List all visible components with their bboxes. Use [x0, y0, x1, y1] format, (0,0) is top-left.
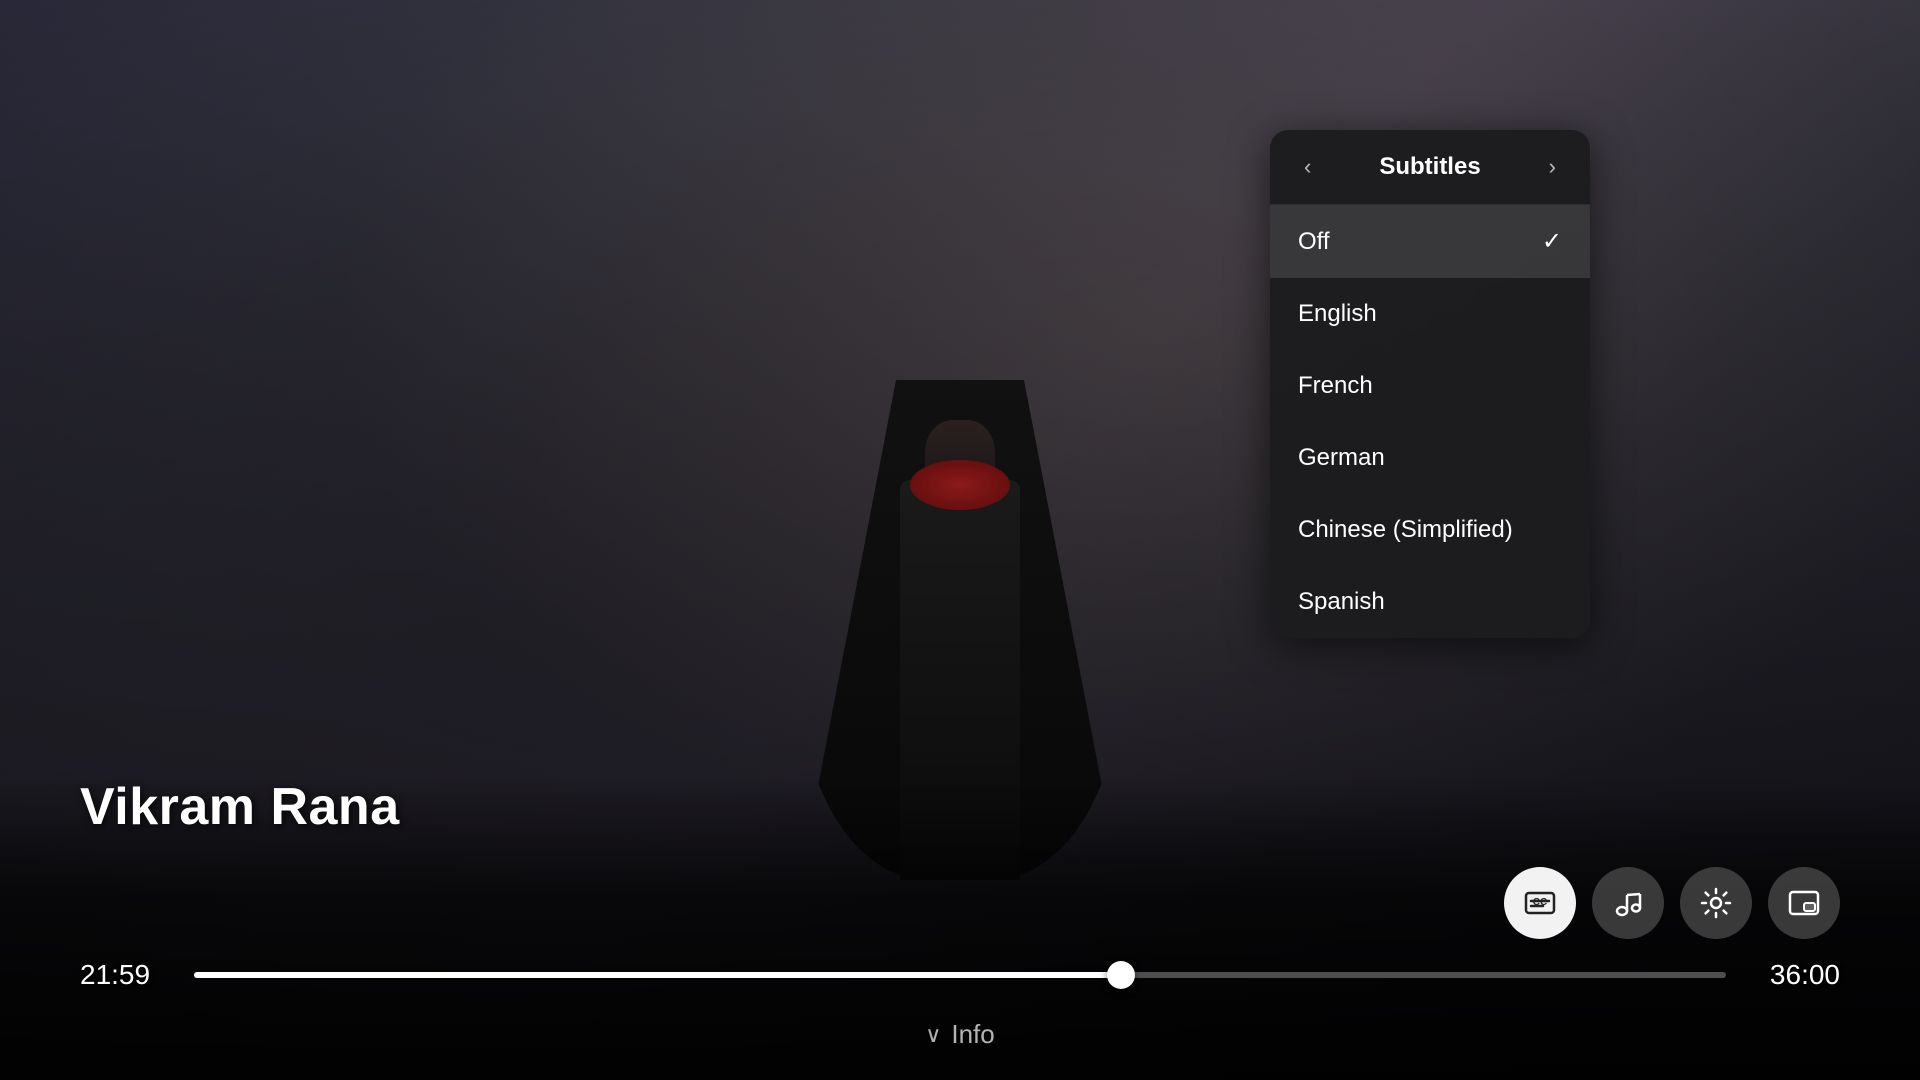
- subtitle-option-chinese-label: Chinese (Simplified): [1298, 516, 1513, 544]
- end-time: 36:00: [1750, 959, 1840, 991]
- panel-prev-button[interactable]: ‹: [1294, 150, 1321, 184]
- progress-bar-fill: [194, 972, 1121, 978]
- progress-row: 21:59 36:00: [80, 959, 1840, 991]
- subtitle-checkmark-off: ✓: [1542, 227, 1562, 256]
- subtitle-option-spanish[interactable]: Spanish: [1270, 566, 1590, 638]
- subtitle-option-french-label: French: [1298, 372, 1373, 400]
- movie-title: Vikram Rana: [80, 777, 1840, 837]
- subtitle-option-english[interactable]: English: [1270, 278, 1590, 350]
- panel-title: Subtitles: [1379, 153, 1480, 181]
- controls-overlay: Vikram Rana CC: [0, 777, 1920, 1080]
- pip-icon: [1788, 887, 1820, 919]
- panel-next-button[interactable]: ›: [1539, 150, 1566, 184]
- subtitle-option-off-label: Off: [1298, 228, 1330, 256]
- subtitle-option-english-label: English: [1298, 300, 1377, 328]
- subtitle-option-french[interactable]: French: [1270, 350, 1590, 422]
- settings-button[interactable]: [1680, 867, 1752, 939]
- subtitle-button[interactable]: CC: [1504, 867, 1576, 939]
- pip-button[interactable]: [1768, 867, 1840, 939]
- current-time: 21:59: [80, 959, 170, 991]
- panel-header: ‹ Subtitles ›: [1270, 130, 1590, 205]
- subtitle-option-spanish-label: Spanish: [1298, 588, 1385, 616]
- subtitle-option-off[interactable]: Off ✓: [1270, 205, 1590, 278]
- svg-text:CC: CC: [1533, 897, 1547, 908]
- info-row: ∨ Info: [80, 1009, 1840, 1050]
- progress-thumb[interactable]: [1107, 961, 1135, 989]
- subtitle-icon: CC: [1524, 887, 1556, 919]
- subtitle-option-german-label: German: [1298, 444, 1385, 472]
- info-label: Info: [951, 1019, 994, 1050]
- music-icon: [1612, 887, 1644, 919]
- subtitle-option-chinese-simplified[interactable]: Chinese (Simplified): [1270, 494, 1590, 566]
- controls-row: CC: [80, 867, 1840, 939]
- progress-bar[interactable]: [194, 971, 1726, 979]
- gear-icon: [1700, 887, 1732, 919]
- audio-button[interactable]: [1592, 867, 1664, 939]
- subtitle-option-german[interactable]: German: [1270, 422, 1590, 494]
- figure-scarf: [910, 460, 1010, 510]
- info-chevron-icon: ∨: [925, 1022, 941, 1048]
- subtitles-panel: ‹ Subtitles › Off ✓ English French Germa…: [1270, 130, 1590, 638]
